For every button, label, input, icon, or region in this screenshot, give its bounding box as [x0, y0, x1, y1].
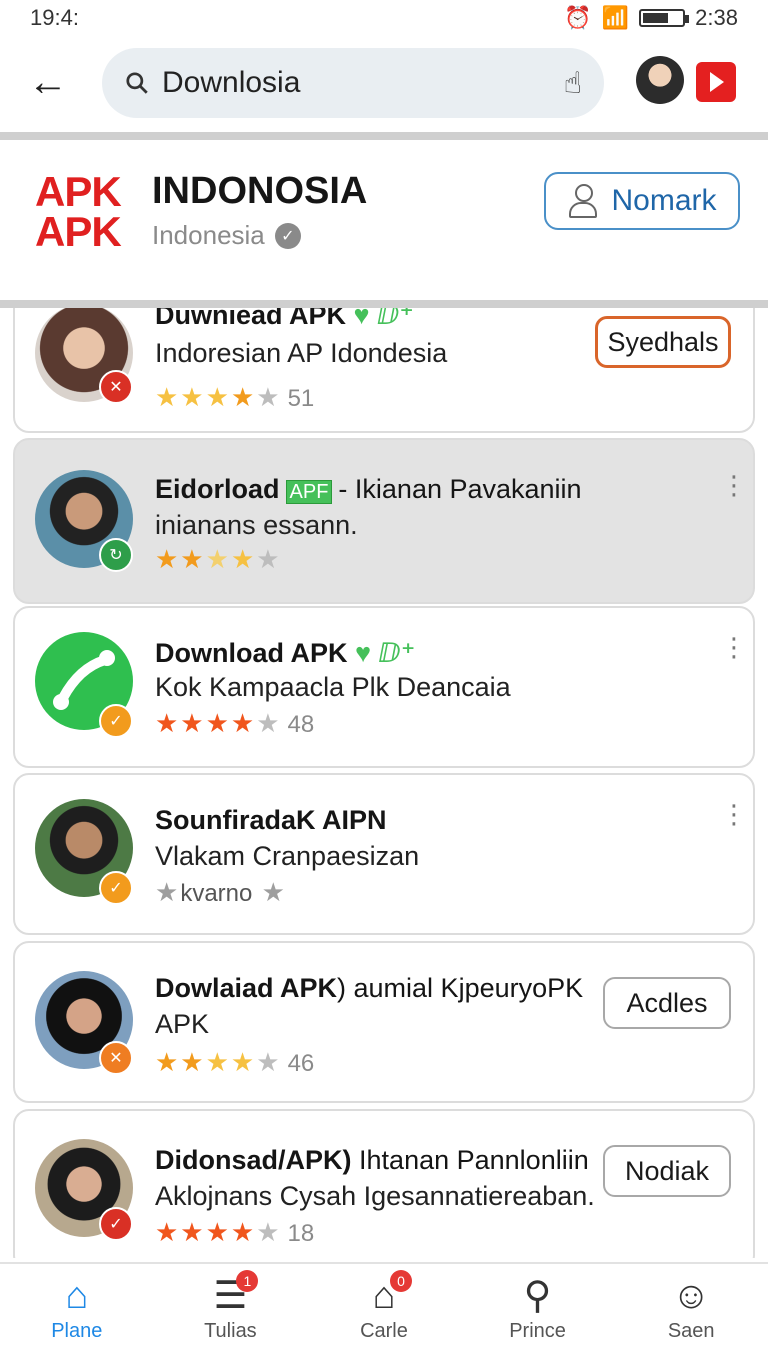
follow-label: Nomark: [611, 184, 717, 217]
divider: [0, 300, 768, 308]
divider: [0, 132, 768, 140]
person-icon: [567, 184, 598, 218]
more-options-icon[interactable]: ⋮: [721, 472, 747, 498]
item-title: SounfiradaK AIPN: [155, 805, 387, 835]
list-item[interactable]: ✓ Didonsad/APK) Ihtanan Pannlonliin Aklo…: [13, 1109, 755, 1258]
check-icon: ✓: [99, 704, 133, 738]
rating-stars: ★★★★★: [155, 544, 282, 574]
status-clock: 2:38: [695, 5, 738, 30]
rating-stars: ★★★★★ 48: [155, 708, 315, 738]
rating-value: 48: [287, 711, 315, 738]
rating-value: 46: [287, 1050, 315, 1077]
rating-stars: ★★★★★ 46: [155, 1047, 315, 1077]
list-item[interactable]: ↻ Eidorload APF - Ikianan Pavakaniin inian…: [13, 438, 755, 604]
item-title: Didonsad/APK) Ihtanan Pannlonliin: [155, 1145, 589, 1175]
app-list: ✕ Duwniead APK ♥ ⅅ⁺ Indoresian AP Idonde…: [0, 308, 768, 1258]
nav-item-saen[interactable]: ☺ Saen: [631, 1264, 751, 1346]
channel-subtitle: Indonesia ✓: [152, 220, 301, 251]
item-action-button[interactable]: Acdles: [603, 977, 731, 1029]
notification-badge: 0: [389, 1270, 412, 1292]
rating-text: kvarno: [180, 880, 253, 907]
tools-icon: ✕: [99, 1041, 133, 1075]
channel-header: APK APK INDONOSIA Indonesia ✓ Nomark: [0, 140, 768, 300]
item-subtitle: inianans essann.: [155, 510, 358, 540]
apk-logo: APK APK: [35, 171, 131, 256]
alarm-icon: ⏰: [564, 5, 592, 30]
item-subtitle: Vlakam Cranpaesizan: [155, 841, 420, 871]
play-icon[interactable]: [696, 62, 736, 102]
check-icon: ✓: [99, 871, 133, 905]
nav-item-prince[interactable]: ⚲ Prince: [478, 1264, 598, 1346]
app-bar: ← ☝: [0, 44, 768, 124]
apk-tag: APF: [285, 480, 333, 504]
hand-icon[interactable]: ☝: [564, 66, 582, 101]
channel-title: INDONOSIA: [152, 170, 368, 212]
wifi-icon: 📶: [601, 5, 630, 30]
nav-item-plane[interactable]: ⌂ Plane: [17, 1264, 137, 1346]
item-action-button[interactable]: Syedhals: [595, 316, 731, 368]
nav-label: Tulias: [204, 1320, 257, 1342]
search-icon: ⚲: [523, 1275, 552, 1317]
list-item[interactable]: ✕ Dowlaiad APK) aumial KjpeuryoPK APK ★★…: [13, 941, 755, 1103]
list-item[interactable]: ✓ Download APK ♥ ⅅ⁺ Kok Kampaacla Plk De…: [13, 606, 755, 768]
rating-stars: ★kvarno ★: [155, 877, 287, 907]
list-item[interactable]: ✓ SounfiradaK AIPN Vlakam Cranpaesizan ★…: [13, 773, 755, 935]
rating-value: 18: [287, 1220, 315, 1247]
item-subtitle: Indoresian AP Idondesia: [155, 338, 448, 368]
avatar[interactable]: [636, 56, 684, 104]
more-options-icon[interactable]: ⋮: [721, 801, 747, 827]
nav-item-tulias[interactable]: ☰ 1 Tulias: [170, 1264, 290, 1346]
follow-button[interactable]: Nomark: [544, 172, 740, 230]
channel-subtitle-text: Indonesia: [152, 220, 265, 250]
bottom-nav: ⌂ Plane ☰ 1 Tulias ⌂ 0 Carle ⚲ Prince ☺ …: [0, 1262, 768, 1346]
nav-label: Plane: [51, 1320, 103, 1342]
home-icon: ⌂: [65, 1275, 89, 1317]
item-title: Download APK ♥ ⅅ⁺: [155, 638, 416, 668]
verified-icon: ✓: [274, 222, 301, 249]
nav-label: Saen: [667, 1320, 715, 1342]
back-arrow-icon[interactable]: ←: [28, 62, 72, 106]
refresh-icon: ↻: [99, 538, 133, 572]
item-subtitle: Aklojnans Cysah Igesannatiereaban.: [155, 1181, 595, 1211]
rating-stars: ★★★★★ 18: [155, 1217, 315, 1247]
rating-stars: ★★★★★ 51: [155, 382, 315, 412]
check-icon: ✓: [99, 1207, 133, 1241]
item-action-button[interactable]: Nodiak: [603, 1145, 731, 1197]
item-title: Duwniead APK ♥ ⅅ⁺: [155, 308, 414, 330]
nav-label: Carle: [360, 1320, 408, 1342]
item-subtitle: APK: [155, 1009, 210, 1039]
status-icons: ⏰ 📶 2:38: [564, 5, 738, 31]
search-bar[interactable]: ☝: [102, 48, 604, 118]
item-subtitle: Kok Kampaacla Plk Deancaia: [155, 672, 511, 702]
profile-icon: ☺: [671, 1275, 711, 1317]
item-title: Eidorload APF - Ikianan Pavakaniin: [155, 474, 582, 504]
list-item[interactable]: ✕ Duwniead APK ♥ ⅅ⁺ Indoresian AP Idonde…: [13, 308, 755, 433]
status-time: 19:4:: [30, 5, 79, 30]
more-options-icon[interactable]: ⋮: [721, 634, 747, 660]
battery-icon: [639, 9, 690, 27]
item-title: Dowlaiad APK) aumial KjpeuryoPK: [155, 973, 584, 1003]
nav-label: Prince: [509, 1320, 566, 1342]
notification-badge: 1: [236, 1270, 259, 1292]
search-icon: [126, 72, 148, 94]
rating-value: 51: [287, 385, 315, 412]
close-icon: ✕: [99, 370, 133, 404]
status-bar: 19:4: ⏰ 📶 2:38: [0, 0, 768, 36]
nav-item-carle[interactable]: ⌂ 0 Carle: [324, 1264, 444, 1346]
search-input[interactable]: [160, 65, 564, 101]
